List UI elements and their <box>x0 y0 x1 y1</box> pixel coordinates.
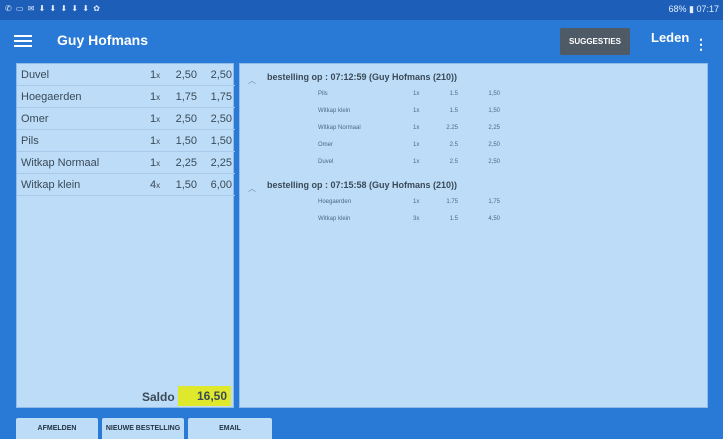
item-total: 1,50 <box>210 135 232 147</box>
more-vert-icon[interactable]: ⋮ <box>694 36 708 53</box>
list-item[interactable]: Omer 1x 2,50 2,50 <box>17 108 235 130</box>
order-line: Witkap klein 3x 1.5 4,50 <box>318 216 500 222</box>
order-summary-panel: Duvel 1x 2,50 2,50 Hoegaerden 1x 1,75 1,… <box>16 63 235 408</box>
item-qty: 1x <box>150 91 161 103</box>
email-button[interactable]: EMAIL <box>188 418 272 439</box>
list-item[interactable]: Hoegaerden 1x 1,75 1,75 <box>17 86 235 108</box>
order-line: Omer 1x 2.5 2,50 <box>318 142 500 148</box>
item-qty: 1x <box>150 69 161 81</box>
item-qty: 1x <box>150 135 161 147</box>
item-total: 6,00 <box>210 179 232 191</box>
page-title: Guy Hofmans <box>57 32 149 48</box>
item-name: Hoegaerden <box>21 91 82 103</box>
order-line: Duvel 1x 2.5 2,50 <box>318 159 500 165</box>
item-name: Omer <box>21 113 49 125</box>
notification-icons: ✆ ▭ ✉ ⬇ ⬇ ⬇ ⬇ ⬇ ✿ <box>5 4 101 13</box>
item-price: 2,50 <box>175 113 197 125</box>
logout-button[interactable]: AFMELDEN <box>16 418 98 439</box>
item-total: 1,75 <box>210 91 232 103</box>
list-item[interactable]: Witkap Normaal 1x 2,25 2,25 <box>17 152 235 174</box>
bottom-action-bar: AFMELDEN NIEUWE BESTELLING EMAIL <box>0 416 723 439</box>
item-name: Witkap klein <box>21 179 81 191</box>
hamburger-menu-icon[interactable] <box>14 32 32 50</box>
collapse-caret-icon[interactable]: ︿ <box>248 75 256 86</box>
order-line: Hoegaerden 1x 1.75 1,75 <box>318 199 500 205</box>
item-qty: 1x <box>150 157 161 169</box>
app-bar: Guy Hofmans SUGGESTIES Leden ⋮ <box>0 20 723 62</box>
battery-clock: 68% ▮ 07:17 <box>668 4 720 14</box>
item-total: 2,50 <box>210 69 232 81</box>
order-line: Pils 1x 1.5 1,50 <box>318 91 500 97</box>
order-line: Witkap klein 1x 1.5 1,50 <box>318 108 500 114</box>
item-name: Duvel <box>21 69 50 81</box>
list-item[interactable]: Pils 1x 1,50 1,50 <box>17 130 235 152</box>
order-history-panel: ︿ bestelling op : 07:12:59 (Guy Hofmans … <box>239 63 708 408</box>
item-price: 1,50 <box>175 179 197 191</box>
item-total: 2,50 <box>210 113 232 125</box>
item-price: 2,25 <box>175 157 197 169</box>
collapse-caret-icon[interactable]: ︿ <box>248 183 256 194</box>
list-item[interactable]: Witkap klein 4x 1,50 6,00 <box>17 174 235 196</box>
status-bar: ✆ ▭ ✉ ⬇ ⬇ ⬇ ⬇ ⬇ ✿ 68% ▮ 07:17 <box>0 0 723 20</box>
item-total: 2,25 <box>210 157 232 169</box>
item-name: Pils <box>21 135 39 147</box>
order-heading[interactable]: bestelling op : 07:12:59 (Guy Hofmans (2… <box>267 72 457 82</box>
item-price: 2,50 <box>175 69 197 81</box>
item-qty: 4x <box>150 179 161 191</box>
item-price: 1,50 <box>175 135 197 147</box>
order-line: Witkap Normaal 1x 2.25 2,25 <box>318 125 500 131</box>
suggestions-button[interactable]: SUGGESTIES <box>560 28 630 55</box>
saldo-label: Saldo <box>142 390 175 404</box>
list-item[interactable]: Duvel 1x 2,50 2,50 <box>17 64 235 86</box>
item-price: 1,75 <box>175 91 197 103</box>
new-order-button[interactable]: NIEUWE BESTELLING <box>102 418 184 439</box>
item-name: Witkap Normaal <box>21 157 100 169</box>
order-heading[interactable]: bestelling op : 07:15:58 (Guy Hofmans (2… <box>267 180 457 190</box>
members-button[interactable]: Leden <box>651 30 689 45</box>
saldo-value: 16,50 <box>178 386 231 406</box>
item-qty: 1x <box>150 113 161 125</box>
